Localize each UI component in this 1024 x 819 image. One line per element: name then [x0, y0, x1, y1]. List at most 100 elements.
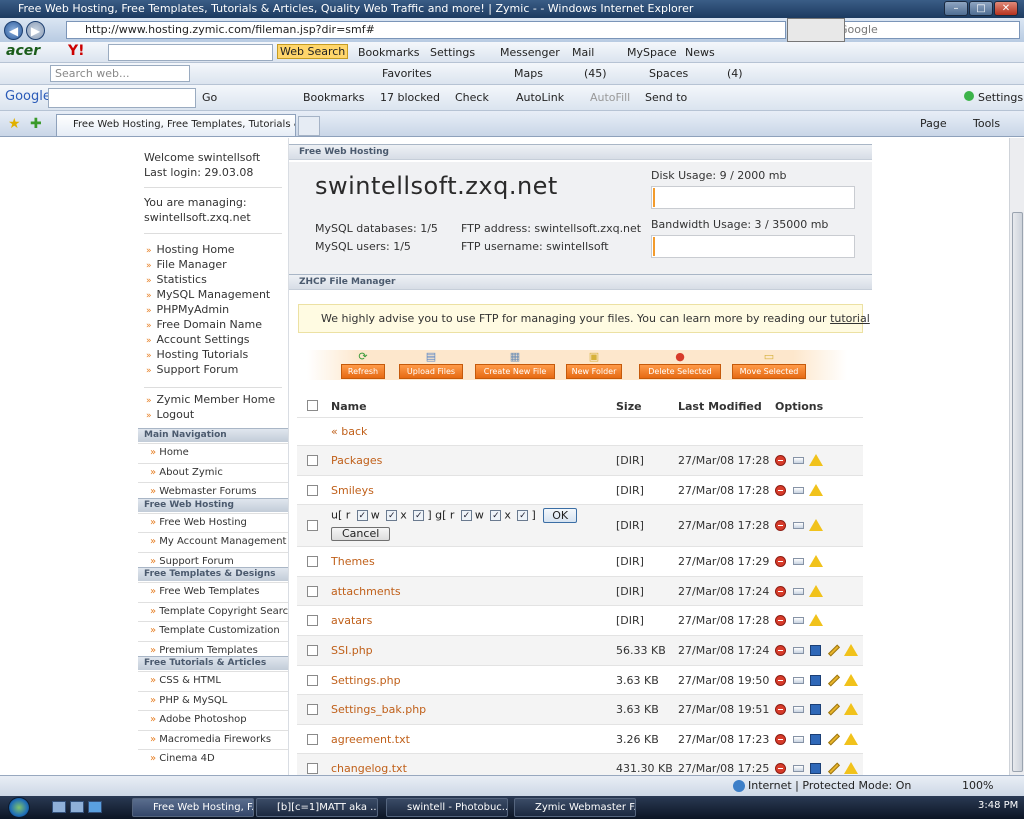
add-favorites-icon[interactable]: ✚ [30, 116, 42, 132]
column-size[interactable]: Size [616, 400, 642, 413]
row-checkbox[interactable] [307, 733, 318, 745]
move-icon[interactable] [793, 558, 804, 566]
move-icon[interactable] [793, 735, 804, 743]
taskbar-task[interactable]: swintell - Photobuc... [386, 798, 508, 817]
move-icon[interactable] [793, 457, 804, 464]
edit-icon[interactable] [827, 644, 841, 657]
row-checkbox[interactable] [307, 484, 318, 496]
yahoo-settings-button[interactable]: Settings [430, 46, 475, 59]
row-checkbox[interactable] [307, 455, 318, 466]
switch-windows-icon[interactable] [70, 801, 84, 813]
delete-icon[interactable] [775, 556, 786, 568]
maps-button[interactable]: Maps [514, 67, 543, 80]
back-button[interactable]: ◀ [4, 21, 23, 40]
row-checkbox[interactable] [307, 615, 318, 627]
ok-button[interactable]: OK [543, 508, 578, 524]
delete-icon[interactable] [775, 674, 786, 686]
back-link[interactable]: « back [331, 425, 367, 438]
start-button[interactable] [8, 797, 30, 818]
move-icon[interactable] [793, 647, 804, 654]
mail-count[interactable]: (45) [584, 67, 607, 80]
web-search-button[interactable]: Web Search [277, 44, 349, 59]
close-button[interactable]: ✕ [994, 1, 1018, 16]
download-icon[interactable] [810, 763, 821, 775]
select-all-checkbox[interactable] [307, 400, 318, 411]
sidebar-section-link[interactable]: » My Account Management [150, 536, 286, 547]
sidebar-link[interactable]: » Account Settings [146, 333, 250, 346]
file-name[interactable]: Smileys [331, 484, 374, 497]
edit-icon[interactable] [827, 733, 841, 746]
sidebar-section-link[interactable]: » PHP & MySQL [150, 695, 227, 706]
row-checkbox[interactable] [307, 704, 318, 716]
permissions-icon[interactable] [844, 644, 858, 656]
security-zone[interactable]: Internet | Protected Mode: On [748, 776, 911, 796]
file-name[interactable]: Themes [331, 555, 375, 568]
google-bookmarks-button[interactable]: Bookmarks [303, 91, 364, 104]
upload-files-button[interactable]: Upload Files [399, 364, 463, 379]
delete-icon[interactable] [775, 615, 786, 627]
permissions-icon[interactable] [844, 732, 858, 745]
move-icon[interactable] [793, 617, 804, 625]
file-name[interactable]: agreement.txt [331, 733, 410, 746]
row-checkbox[interactable] [307, 674, 318, 686]
sidebar-section-link[interactable]: » Home [150, 447, 189, 458]
sidebar-link[interactable]: » PHPMyAdmin [146, 303, 229, 316]
page-menu[interactable]: Page [920, 117, 947, 130]
permissions-icon[interactable] [809, 614, 823, 627]
favorites-button[interactable]: Favorites [382, 67, 432, 80]
refresh-button[interactable]: Refresh [341, 364, 385, 379]
row-checkbox[interactable] [307, 556, 318, 568]
zoom-level[interactable]: 100% [962, 776, 993, 796]
spell-check-button[interactable]: Check [455, 91, 489, 104]
google-go-button[interactable]: Go [202, 91, 217, 104]
vertical-scrollbar[interactable] [1009, 138, 1024, 775]
column-last-modified[interactable]: Last Modified [678, 400, 762, 413]
favorites-star-icon[interactable]: ★ [8, 116, 21, 132]
download-icon[interactable] [810, 645, 821, 656]
maximize-button[interactable]: □ [969, 1, 993, 16]
sidebar-section-link[interactable]: » Free Web Templates [150, 586, 260, 597]
sidebar-section-link[interactable]: » Cinema 4D [150, 753, 215, 764]
g-read-checkbox[interactable]: ✓ [460, 510, 472, 522]
move-icon[interactable] [793, 587, 804, 595]
ie-quicklaunch-icon[interactable] [88, 801, 102, 813]
delete-icon[interactable] [775, 645, 786, 656]
permissions-icon[interactable] [809, 584, 823, 597]
permissions-icon[interactable] [809, 454, 823, 466]
download-icon[interactable] [810, 733, 821, 745]
delete-icon[interactable] [775, 704, 786, 716]
file-name[interactable]: changelog.txt [331, 762, 407, 775]
move-icon[interactable] [793, 706, 804, 714]
sidebar-section-link[interactable]: » Template Copyright Search [150, 606, 295, 617]
file-name[interactable]: avatars [331, 614, 372, 627]
autolink-button[interactable]: AutoLink [516, 91, 564, 104]
permissions-icon[interactable] [809, 555, 823, 568]
yahoo-logo[interactable]: Y! [68, 43, 85, 59]
taskbar-task[interactable]: [b][c=1]MATT aka ... [256, 798, 378, 817]
move-icon[interactable] [793, 676, 804, 684]
sidebar-link[interactable]: » Support Forum [146, 363, 238, 376]
delete-icon[interactable] [775, 455, 786, 466]
sidebar-section-link[interactable]: » Webmaster Forums [150, 486, 256, 497]
messenger-button[interactable]: Messenger [500, 46, 560, 59]
sidebar-section-link[interactable]: » Adobe Photoshop [150, 714, 247, 725]
row-checkbox[interactable] [307, 585, 318, 597]
delete-icon[interactable] [775, 733, 786, 745]
spaces-button[interactable]: Spaces [649, 67, 688, 80]
sidebar-link[interactable]: » Zymic Member Home [146, 393, 275, 406]
popup-blocked-count[interactable]: 17 blocked [380, 91, 440, 104]
news-button[interactable]: News [685, 46, 715, 59]
yahoo-bookmarks-button[interactable]: Bookmarks [358, 46, 419, 59]
download-icon[interactable] [810, 674, 821, 686]
move-icon[interactable] [793, 522, 804, 530]
new-folder-button[interactable]: New Folder [566, 364, 622, 379]
sidebar-section-link[interactable]: » Template Customization [150, 625, 280, 636]
download-icon[interactable] [810, 704, 821, 716]
create-new-file-button[interactable]: Create New File [475, 364, 555, 379]
permissions-icon[interactable] [809, 519, 823, 532]
file-name[interactable]: Settings.php [331, 674, 401, 687]
u-exec-checkbox[interactable]: ✓ [413, 510, 425, 522]
sidebar-link[interactable]: » MySQL Management [146, 288, 270, 301]
sidebar-link[interactable]: » Statistics [146, 273, 207, 286]
google-search-input[interactable] [48, 88, 196, 108]
